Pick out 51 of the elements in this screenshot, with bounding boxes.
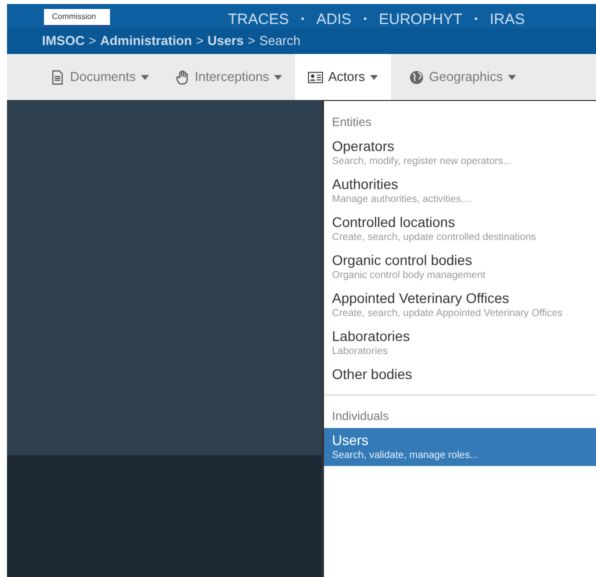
- menu-item[interactable]: Appointed Veterinary Offices Create, search, update Appointed Veterinary Offices: [324, 286, 596, 324]
- separator-dot: •: [300, 14, 304, 24]
- menu-section-header: Individuals: [331, 408, 390, 425]
- menu-item[interactable]: Authorities Manage authorities, activities,...: [324, 172, 596, 210]
- menu-section-header: Entities: [331, 114, 372, 131]
- menu-item[interactable]: Users Search, validate, manage roles...: [324, 428, 596, 466]
- caret-icon: [508, 74, 516, 80]
- separator-dot: •: [474, 14, 478, 24]
- menu-item-description: Search, modify, register new operators...: [332, 155, 512, 169]
- breadcrumb-separator: >: [248, 32, 256, 50]
- caret-icon: [140, 74, 149, 80]
- menu-item-description: Laboratories: [332, 345, 389, 359]
- breadcrumb-link[interactable]: IMSOC: [42, 31, 85, 51]
- hand-icon: [174, 70, 190, 84]
- menu-item[interactable]: Organic control bodies Organic control body management: [324, 248, 596, 286]
- menu-item-description: Manage authorities, activities,...: [332, 193, 474, 207]
- nav-tab[interactable]: Actors: [295, 54, 392, 100]
- menu-item[interactable]: Operators Search, modify, register new operators...: [324, 134, 596, 172]
- breadcrumb-link[interactable]: Administration: [100, 31, 192, 51]
- id-card-icon: [308, 70, 324, 84]
- menu-item-title: Controlled locations: [332, 213, 456, 231]
- app-link[interactable]: ADIS: [316, 12, 352, 27]
- menu-item[interactable]: Controlled locations Create, search, update controlled destinations: [324, 210, 596, 248]
- menu-item-title: Operators: [332, 137, 396, 155]
- menu-item-title: Users: [332, 431, 370, 449]
- menu-item-description: Create, search, update Appointed Veterinary Offices: [332, 307, 564, 321]
- separator-dot: •: [363, 14, 367, 24]
- caret-icon: [370, 74, 378, 80]
- globe-icon: [409, 70, 424, 84]
- app-link[interactable]: TRACES: [228, 12, 289, 27]
- document-icon: [50, 70, 65, 84]
- app-link[interactable]: IRAS: [490, 12, 525, 27]
- nav-tab[interactable]: Documents: [42, 54, 157, 100]
- menu-item-title: Other bodies: [332, 365, 414, 383]
- logo: Commission: [44, 9, 110, 27]
- menu-item-description: Organic control body management: [332, 269, 486, 283]
- menu-item-title: Appointed Veterinary Offices: [332, 289, 510, 307]
- menu-item-title: Organic control bodies: [332, 251, 474, 269]
- menu-item-description: Create, search, update controlled destinations: [332, 231, 538, 245]
- breadcrumb-separator: >: [88, 32, 96, 50]
- menu-item[interactable]: Other bodies: [324, 362, 596, 386]
- menu-item-title: Authorities: [332, 175, 400, 193]
- nav-tab[interactable]: Geographics: [401, 54, 524, 100]
- menu-item-title: Laboratories: [332, 327, 411, 345]
- caret-icon: [274, 74, 282, 80]
- menu-item-description: Search, validate, manage roles...: [332, 449, 480, 463]
- breadcrumb-separator: >: [196, 32, 204, 50]
- nav-tab[interactable]: Interceptions: [166, 54, 290, 100]
- menu-item[interactable]: Laboratories Laboratories: [324, 324, 596, 362]
- app-link[interactable]: EUROPHYT: [378, 12, 462, 27]
- breadcrumb-link[interactable]: Users: [208, 31, 244, 51]
